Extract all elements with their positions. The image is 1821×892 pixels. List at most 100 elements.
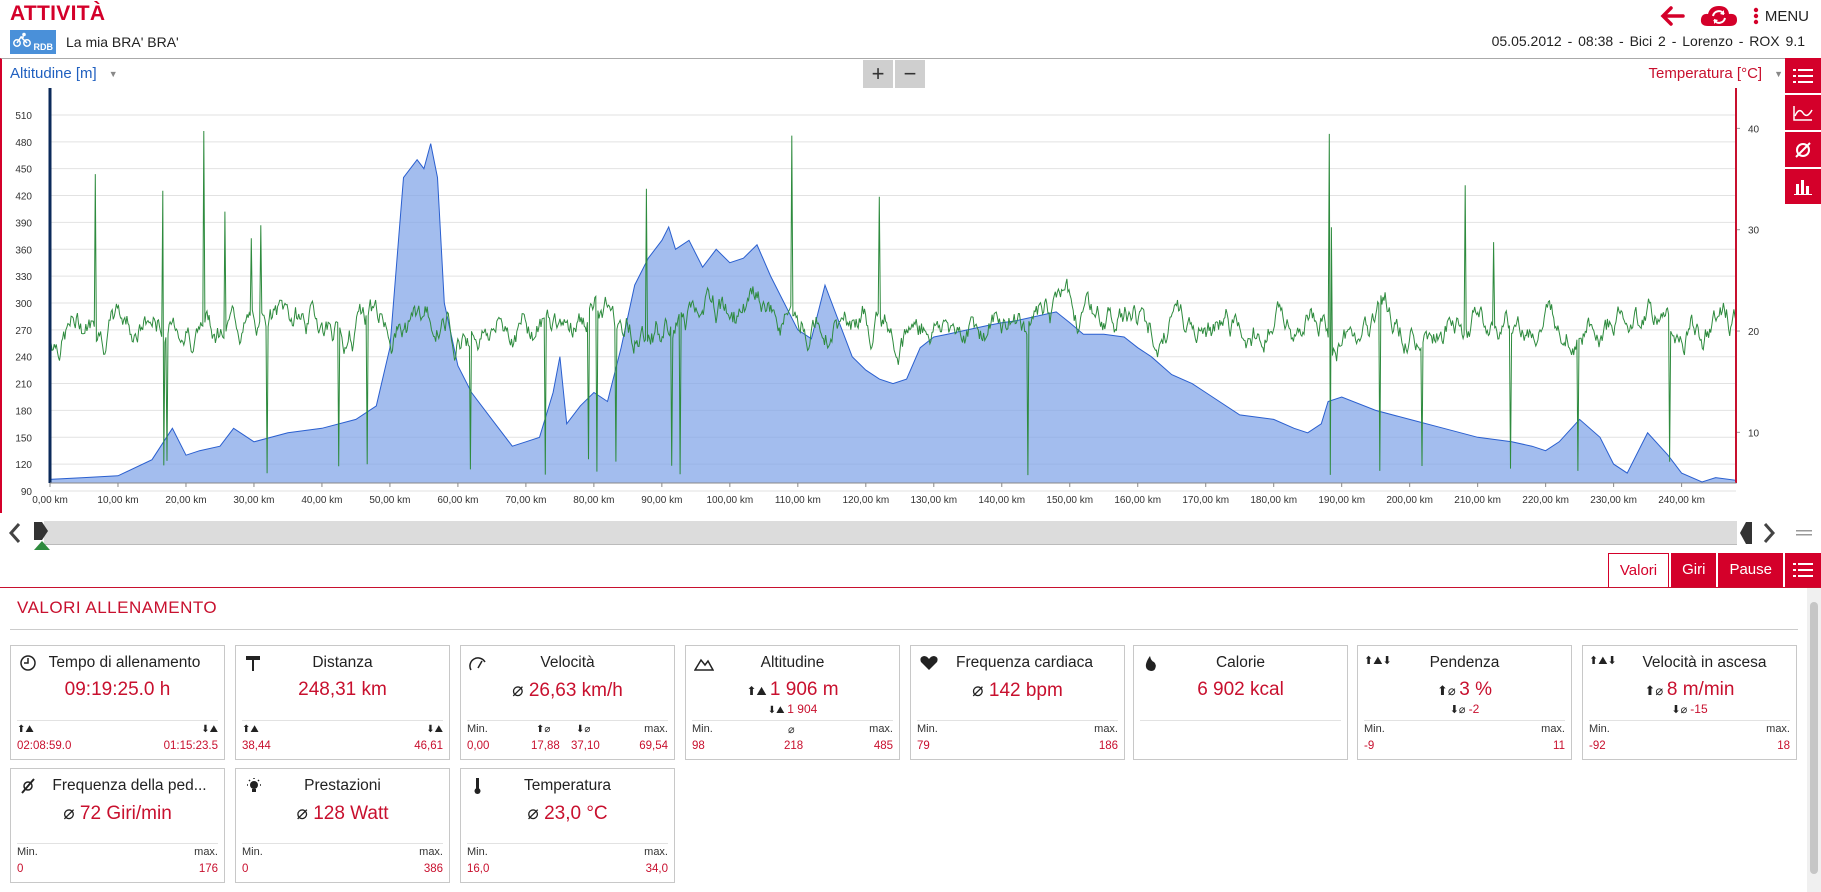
max-label: max. [644, 846, 668, 858]
x-tick-label: 190,00 km [1318, 495, 1365, 506]
card-divider [1589, 720, 1790, 721]
card-max-value: 11 [1553, 740, 1565, 752]
card-value: ⬆⛰ 1 906 m [686, 679, 899, 701]
y-left-tick-label: 510 [15, 111, 32, 122]
scroll-track[interactable] [44, 521, 1737, 545]
drag-handle-icon[interactable] [1796, 528, 1812, 538]
card-subvalue-text: -15 [1690, 702, 1708, 716]
x-tick-label: 110,00 km [775, 495, 821, 506]
card-max-value: 186 [1098, 740, 1118, 752]
rdb-logo: RDB [10, 30, 56, 54]
right-axis-label: Temperatura [°C] [1648, 65, 1763, 82]
x-tick-label: 80,00 km [573, 495, 614, 506]
list-view-button[interactable] [1785, 58, 1821, 93]
menu-button[interactable]: MENU [1753, 7, 1809, 25]
card-divider [467, 843, 668, 844]
average-label: ⌀ [788, 724, 795, 736]
line-chart-button[interactable] [1785, 95, 1821, 130]
card-max-value: 69,54 [639, 740, 668, 752]
average-icon [1795, 141, 1811, 158]
y-right-tick-label: 20 [1748, 327, 1760, 338]
list-icon [1793, 68, 1813, 83]
section-divider [10, 629, 1798, 630]
left-axis-selector[interactable]: Altitudine [m] ▼ [10, 65, 118, 82]
bar-chart-button[interactable] [1785, 169, 1821, 204]
card-divider [692, 720, 893, 721]
x-tick-label: 100,00 km [706, 495, 753, 506]
card-value-text: 8 m/min [1666, 679, 1735, 700]
card-altitude: Altitudine ⬆⛰ 1 906 m ⬇⛰ 1 904 Min. ⌀ ma… [685, 645, 900, 760]
y-left-tick-label: 270 [15, 326, 32, 337]
range-start-handle[interactable] [32, 521, 54, 551]
card-divider [17, 843, 218, 844]
x-tick-label: 240,00 km [1658, 495, 1705, 506]
card-min-value: -92 [1589, 740, 1606, 752]
card-title: Velocità in ascesa [1642, 654, 1767, 671]
descent-average-icon: ⬇⌀ [1671, 704, 1691, 716]
card-title: Altitudine [760, 654, 825, 671]
card-average-value: 218 [784, 740, 804, 752]
min-label: Min. [1364, 723, 1385, 735]
cyclist-icon [13, 32, 31, 47]
average-symbol: ⌀ [972, 680, 989, 701]
range-scroller [0, 518, 1821, 550]
card-title: Frequenza cardiaca [956, 654, 1093, 671]
card-title: Velocità [540, 654, 595, 671]
card-value: 09:19:25.0 h [64, 679, 171, 700]
card-divider [917, 720, 1118, 721]
x-tick-label: 170,00 km [1182, 495, 1229, 506]
min-label: Min. [467, 723, 488, 735]
ascent-icon: ⬆⛰ [746, 684, 770, 698]
range-end-handle[interactable] [1738, 521, 1754, 545]
right-axis-selector[interactable]: Temperatura [°C] ▼ [1649, 65, 1783, 82]
tab-valori[interactable]: Valori [1607, 553, 1670, 587]
card-title: Calorie [1215, 654, 1266, 671]
card-heart-rate: Frequenza cardiaca ⌀ 142 bpm Min. max. 7… [910, 645, 1125, 760]
altitude-temperature-chart[interactable]: 90 120 150 180 210 240 270 300 330 360 390 420 450 48… [0, 88, 1780, 513]
activity-header: RDB La mia BRA' BRA' [10, 30, 179, 54]
chevron-left-icon[interactable] [8, 522, 22, 544]
activity-name: La mia BRA' BRA' [66, 34, 179, 50]
average-button[interactable] [1785, 132, 1821, 167]
kebab-menu-icon [1753, 7, 1759, 25]
card-temperature: Temperatura ⌀ 23,0 °C Min. max. 16,0 34,… [460, 768, 675, 883]
x-tick-label: 60,00 km [437, 495, 478, 506]
card-title: Tempo di allenamento [48, 654, 201, 671]
y-left-tick-label: 150 [15, 433, 32, 444]
card-speed: Velocità ⌀ 26,63 km/h Min. ⬆⌀ ⬇⌀ max. 0,… [460, 645, 675, 760]
card-value: 248,31 km [298, 679, 387, 700]
cloud-sync-icon[interactable] [1699, 4, 1739, 28]
x-tick-label: 20,00 km [165, 495, 206, 506]
tab-list-button[interactable] [1785, 553, 1821, 587]
min-label: Min. [467, 846, 488, 858]
y-left-tick-label: 480 [15, 138, 32, 149]
card-max-value: 34,0 [645, 863, 668, 875]
tab-giri[interactable]: Giri [1671, 553, 1717, 587]
x-tick-label: 220,00 km [1522, 495, 1569, 506]
back-arrow-icon[interactable] [1659, 5, 1685, 27]
zoom-out-button[interactable]: − [895, 60, 925, 88]
scrollbar-thumb[interactable] [1810, 602, 1818, 874]
tab-pause[interactable]: Pause [1718, 553, 1783, 587]
vertical-scrollbar[interactable] [1807, 588, 1821, 892]
bar-chart-icon [1794, 179, 1812, 195]
max-label: max. [1094, 723, 1118, 735]
card-divider [242, 720, 443, 721]
card-title: Pendenza [1429, 654, 1500, 671]
card-max-value: 176 [198, 863, 218, 875]
x-tick-label: 40,00 km [301, 495, 342, 506]
x-tick-label: 130,00 km [910, 495, 957, 506]
chevron-right-icon[interactable] [1762, 522, 1776, 544]
x-tick-label: 180,00 km [1250, 495, 1297, 506]
card-ascent-avg-value: 17,88 [531, 740, 560, 752]
card-divider [467, 720, 668, 721]
chevron-down-icon: ▼ [108, 68, 118, 79]
descent-icon: ⬇⛰ [426, 724, 443, 735]
card-title: Prestazioni [304, 777, 381, 794]
card-value: ⌀ 26,63 km/h [461, 679, 674, 702]
card-subvalue: ⬇⌀ -15 [1583, 702, 1796, 716]
ascent-average-icon: ⬆⌀ [1644, 683, 1667, 698]
zoom-in-button[interactable]: + [863, 60, 893, 88]
card-value-text: 23,0 °C [544, 803, 608, 824]
list-icon [1793, 563, 1813, 577]
